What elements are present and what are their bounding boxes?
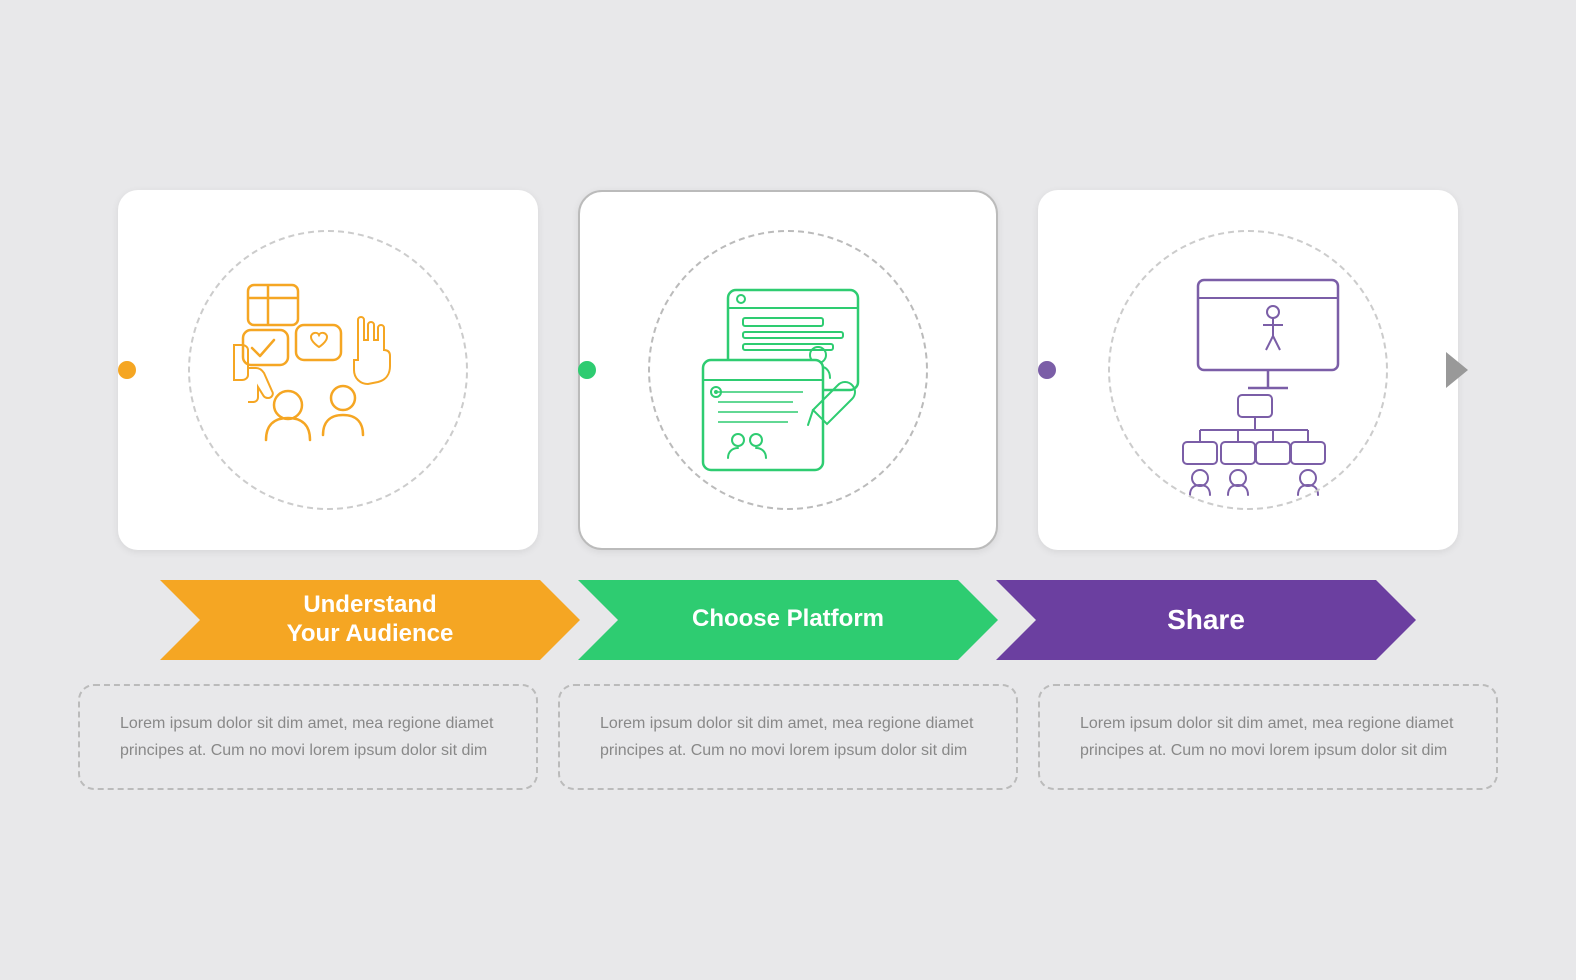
desc-platform: Lorem ipsum dolor sit dim amet, mea regi… [558,684,1018,790]
infographic: UnderstandYour Audience Choose Platform … [48,60,1528,920]
desc-share: Lorem ipsum dolor sit dim amet, mea regi… [1038,684,1498,790]
desc-understand-text: Lorem ipsum dolor sit dim amet, mea regi… [120,710,496,764]
card-box-understand [118,190,538,550]
dot-platform [578,361,596,379]
desc-row: Lorem ipsum dolor sit dim amet, mea regi… [48,684,1528,790]
icon-understand [188,230,468,510]
card-share [1018,190,1478,550]
desc-platform-text: Lorem ipsum dolor sit dim amet, mea regi… [600,710,976,764]
arrow-understand: UnderstandYour Audience [160,580,580,660]
arrow-platform: Choose Platform [578,580,998,660]
card-box-platform [578,190,998,550]
card-box-share [1038,190,1458,550]
dot-understand [118,361,136,379]
icon-platform [648,230,928,510]
dot-share [1038,361,1056,379]
card-platform [558,190,1018,550]
arrows-row: UnderstandYour Audience Choose Platform … [48,580,1528,660]
card-understand [98,190,558,550]
cards-row [48,190,1528,550]
icon-share [1108,230,1388,510]
desc-understand: Lorem ipsum dolor sit dim amet, mea regi… [78,684,538,790]
desc-share-text: Lorem ipsum dolor sit dim amet, mea regi… [1080,710,1456,764]
arrow-share: Share [996,580,1416,660]
arrow-right-triangle [1446,352,1468,388]
